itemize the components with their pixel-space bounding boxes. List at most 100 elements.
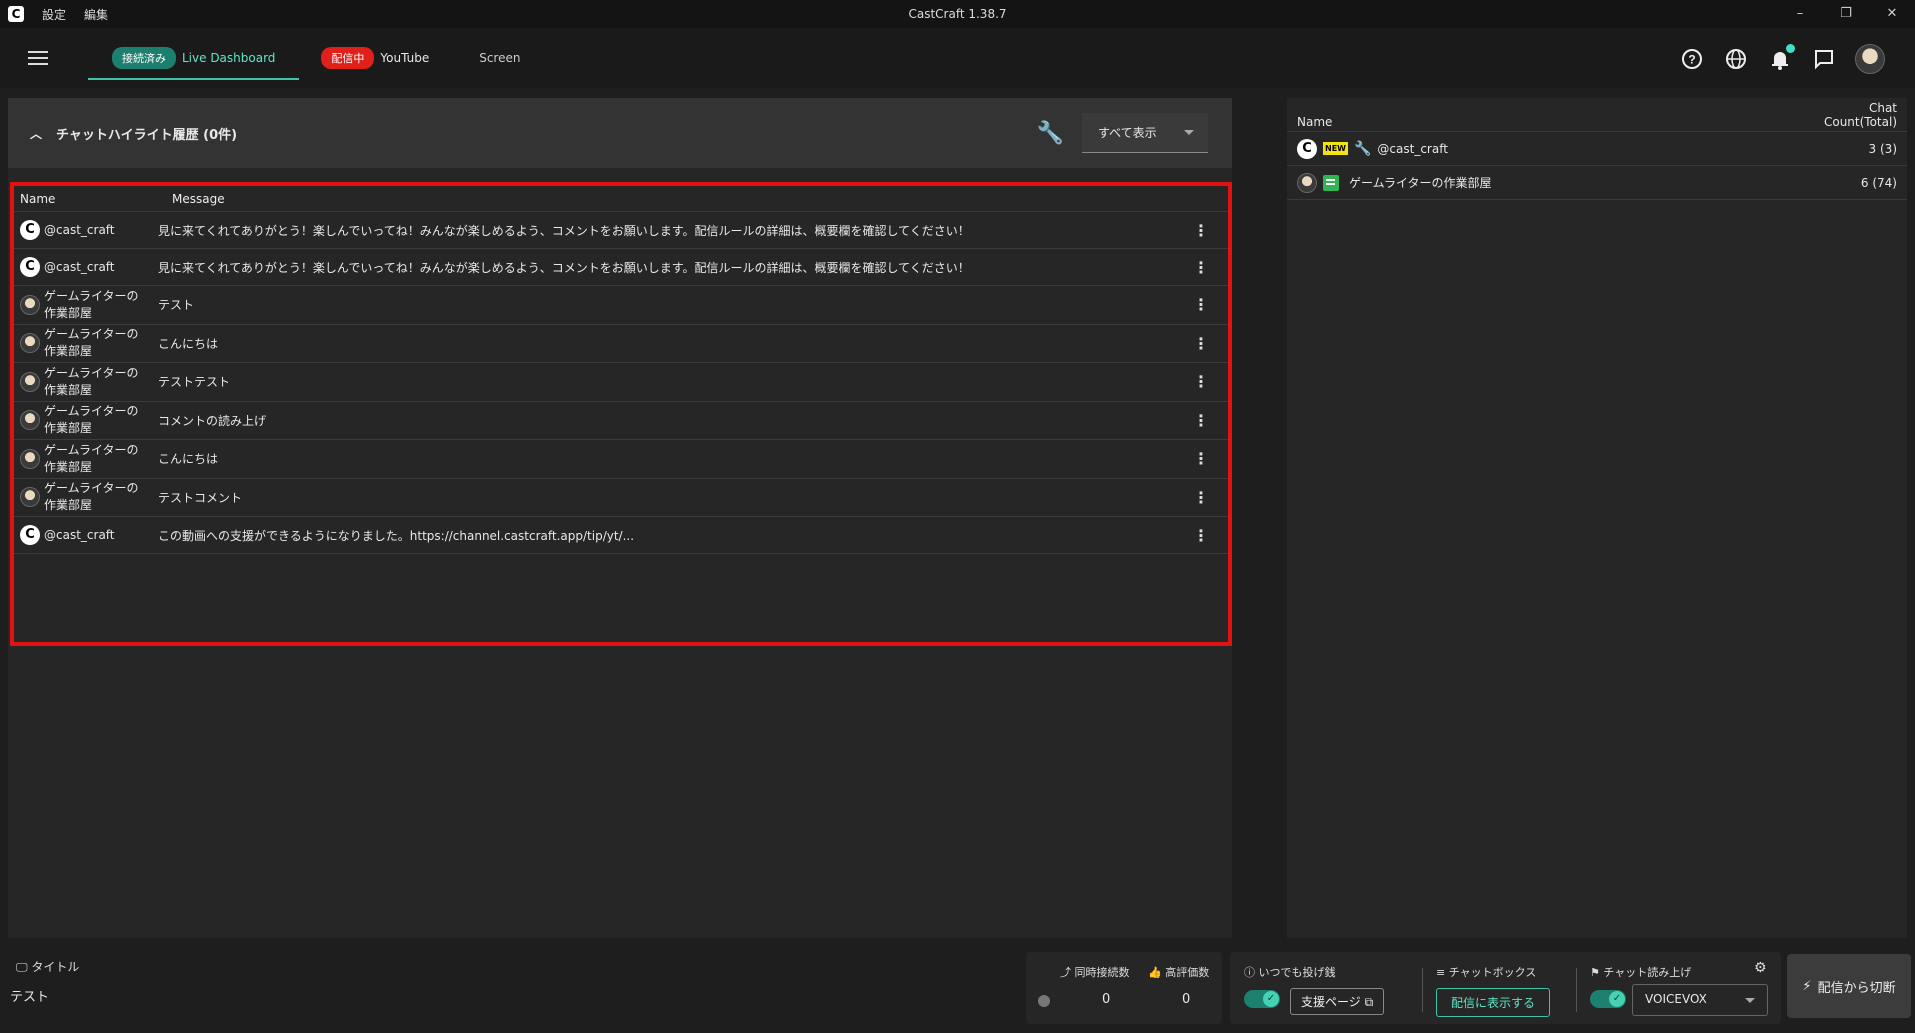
viewer-row[interactable]: ゲームライターの作業部屋 6 (74) <box>1287 166 1907 200</box>
likes-label: 👍 高評価数 <box>1148 966 1210 979</box>
tts-toggle[interactable] <box>1590 990 1626 1008</box>
stream-title-value: テスト <box>10 990 50 1005</box>
table-row[interactable]: ゲームライターの 作業部屋 こんにちは ⋮ <box>14 440 1228 479</box>
more-options-icon[interactable]: ⋮ <box>1186 488 1216 507</box>
disconnect-stream-button[interactable]: ⚡ 配信から切断 <box>1787 954 1911 1018</box>
user-name: ゲームライターの 作業部屋 <box>44 481 139 513</box>
user-avatar <box>20 371 40 392</box>
message-text: テスト <box>158 298 195 313</box>
notification-bell-icon[interactable] <box>1767 44 1795 72</box>
message-text: テストコメント <box>158 490 243 505</box>
tts-label: ⚑ チャット読み上げ <box>1590 966 1692 979</box>
more-options-icon[interactable]: ⋮ <box>1186 372 1216 391</box>
bottom-bar: 🖵 タイトル テスト ⤴ 同時接続数 👍 高評価数 0 0 ⓘ いつでも投げ銭 … <box>0 944 1915 1033</box>
chat-member-icon <box>1323 174 1339 191</box>
table-row[interactable]: ゲームライターの 作業部屋 テスト ⋮ <box>14 286 1228 325</box>
user-name: ゲームライターの 作業部屋 <box>44 327 139 359</box>
tab-youtube[interactable]: 配信中 YouTube <box>321 28 429 88</box>
column-message: Message <box>172 191 225 206</box>
help-icon[interactable]: ? <box>1679 46 1705 72</box>
user-avatar <box>20 487 40 508</box>
more-options-icon[interactable]: ⋮ <box>1186 411 1216 430</box>
message-text: テストテスト <box>158 375 231 390</box>
filter-value: すべて表示 <box>1098 126 1157 140</box>
tip-toggle[interactable] <box>1244 990 1280 1008</box>
globe-icon[interactable] <box>1723 46 1749 72</box>
more-options-icon[interactable]: ⋮ <box>1186 221 1216 240</box>
more-options-icon[interactable]: ⋮ <box>1186 334 1216 353</box>
moderator-wrench-icon: 🔧 <box>1353 140 1372 157</box>
user-name: @cast_craft <box>44 527 115 542</box>
user-name: @cast_craft <box>44 222 115 237</box>
status-dot-icon <box>1038 995 1050 1007</box>
restore-icon[interactable]: ❐ <box>1823 0 1869 28</box>
close-icon[interactable]: ✕ <box>1869 0 1915 28</box>
collapse-chevron-icon[interactable]: ︿ <box>30 125 42 142</box>
column-chat-count: Chat Count(Total) <box>1823 101 1897 129</box>
castcraft-icon: C <box>1297 138 1317 159</box>
chat-icon[interactable] <box>1811 46 1837 72</box>
tab-live-dashboard[interactable]: 接続済み Live Dashboard <box>88 28 300 88</box>
stream-title-label: 🖵 タイトル <box>16 960 80 974</box>
filter-select[interactable]: すべて表示 <box>1082 113 1208 153</box>
user-avatar <box>20 410 40 431</box>
more-options-icon[interactable]: ⋮ <box>1186 295 1216 314</box>
user-name: @cast_craft <box>44 259 115 274</box>
user-name: ゲームライターの 作業部屋 <box>44 365 139 397</box>
menu-edit[interactable]: 編集 <box>84 6 108 23</box>
connected-badge: 接続済み <box>112 47 176 69</box>
table-row[interactable]: C @cast_craft 見に来てくれてありがとう！楽しんでいってね！みんなが楽… <box>14 212 1228 249</box>
castcraft-logo-icon: C <box>8 6 24 22</box>
castcraft-icon: C <box>20 257 40 277</box>
message-text: 見に来てくれてありがとう！楽しんでいってね！みんなが楽しめるよう、コメントをお願… <box>158 260 970 275</box>
user-avatar <box>1297 172 1317 193</box>
table-row[interactable]: ゲームライターの 作業部屋 コメントの読み上げ ⋮ <box>14 402 1228 440</box>
user-avatar <box>20 294 40 315</box>
viewer-row[interactable]: C NEW 🔧 @cast_craft 3 (3) <box>1287 132 1907 166</box>
tab-screen[interactable]: Screen <box>479 28 520 88</box>
notification-dot <box>1786 44 1795 53</box>
message-text: 見に来てくれてありがとう！楽しんでいってね！みんなが楽しめるよう、コメントをお願… <box>158 223 970 238</box>
more-options-icon[interactable]: ⋮ <box>1186 526 1216 545</box>
user-avatar[interactable] <box>1855 44 1885 74</box>
new-badge: NEW <box>1323 142 1348 155</box>
tts-voice-value: VOICEVOX <box>1645 992 1707 1006</box>
tab-label: YouTube <box>380 51 430 65</box>
castcraft-icon: C <box>20 220 40 240</box>
tts-settings-gear-icon[interactable]: ⚙ <box>1754 960 1767 976</box>
concurrent-viewers-label: ⤴ 同時接続数 <box>1060 966 1130 979</box>
user-name: ゲームライターの 作業部屋 <box>44 442 139 474</box>
viewer-list-panel: Name Chat Count(Total) C NEW 🔧 @cast_craf… <box>1287 98 1907 938</box>
support-page-button[interactable]: 支援ページ ⧉ <box>1290 988 1385 1015</box>
column-name: Name <box>1297 115 1333 129</box>
table-row[interactable]: C @cast_craft 見に来てくれてありがとう！楽しんでいってね！みんなが楽… <box>14 249 1228 286</box>
hamburger-menu-icon[interactable] <box>28 51 48 65</box>
wrench-icon[interactable]: 🔧 <box>1037 121 1064 146</box>
live-badge: 配信中 <box>321 47 375 69</box>
chat-message-table: Name Message C @cast_craft 見に来てくれてありがとう！楽… <box>10 182 1232 646</box>
menu-settings[interactable]: 設定 <box>42 6 66 23</box>
viewer-table-header: Name Chat Count(Total) <box>1287 98 1907 132</box>
show-chatbox-button[interactable]: 配信に表示する <box>1436 988 1551 1017</box>
castcraft-icon: C <box>20 525 40 545</box>
user-name: ゲームライターの 作業部屋 <box>44 288 139 320</box>
title-bar: C 設定 編集 CastCraft 1.38.7 – ❐ ✕ <box>0 0 1915 28</box>
tts-voice-select[interactable]: VOICEVOX <box>1632 984 1768 1016</box>
minimize-icon[interactable]: – <box>1777 0 1823 28</box>
more-options-icon[interactable]: ⋮ <box>1186 258 1216 277</box>
tip-label: ⓘ いつでも投げ銭 <box>1244 966 1336 979</box>
highlight-title: チャットハイライト履歴 (0件) <box>56 127 238 143</box>
chevron-down-icon <box>1745 998 1755 1003</box>
message-text: コメントの読み上げ <box>158 413 267 428</box>
svg-text:?: ? <box>1688 53 1695 67</box>
likes-value: 0 <box>1182 992 1191 1007</box>
table-row[interactable]: C @cast_craft この動画への支援ができるようになりました。https:… <box>14 517 1228 554</box>
table-row[interactable]: ゲームライターの 作業部屋 こんにちは ⋮ <box>14 325 1228 363</box>
more-options-icon[interactable]: ⋮ <box>1186 449 1216 468</box>
window-title: CastCraft 1.38.7 <box>908 7 1007 21</box>
table-row[interactable]: ゲームライターの 作業部屋 テストコメント ⋮ <box>14 479 1228 517</box>
viewer-count: 3 (3) <box>1868 141 1897 156</box>
stats-card: ⤴ 同時接続数 👍 高評価数 0 0 <box>1026 952 1222 1024</box>
table-row[interactable]: ゲームライターの 作業部屋 テストテスト ⋮ <box>14 363 1228 402</box>
viewer-count: 6 (74) <box>1860 175 1897 190</box>
